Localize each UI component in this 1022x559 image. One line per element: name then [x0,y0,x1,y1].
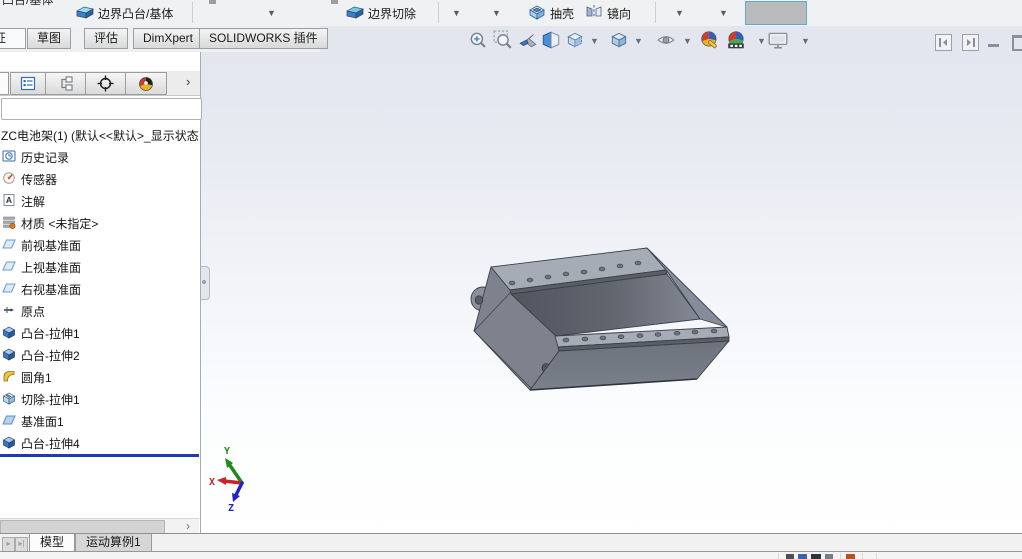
solidworks-window: 凸台/基体 边界凸台/基体 ▼ 边界切除 ▼ ▼ 抽壳 镜向 ▼ ▼ ▼ ▼ ▼… [0,0,1022,559]
panel-flyout-arrow[interactable]: › [186,519,190,533]
axis-x-label: X [209,477,215,488]
target-icon [97,75,114,92]
shell-icon [528,4,546,23]
statusbar-clipped-icon [846,554,855,559]
display-ball-icon [139,76,153,91]
graphics-viewport[interactable]: ▼ ▼ ▼ ▼ ▼ Y X Z [200,26,1022,552]
boss-extrude-icon [2,325,16,339]
tree-item-fillet1[interactable]: 圆角1 [0,365,199,387]
plane-icon [2,259,16,273]
statusbar-clipped-icon [825,554,833,559]
toolbar-separator [655,2,656,23]
annotations-icon: A [2,193,16,207]
plane-icon [2,237,16,251]
boundary-boss-icon [76,4,94,23]
motionstudy-tab-bar: ▸ ▸| 模型 运动算例1 [0,533,1022,552]
dropdown-caret[interactable]: ▼ [492,9,501,18]
tree-item-history[interactable]: 历史记录 [0,145,199,167]
statusbar-clipped-icon [798,554,807,559]
mirror-icon [585,4,603,22]
material-icon [2,215,16,229]
tab-evaluate[interactable]: 评估 [84,28,129,49]
fillet-icon [2,369,16,383]
panel-tabs-expand-arrow[interactable]: › [186,74,190,89]
svg-text:A: A [6,195,12,205]
sensors-icon [2,171,16,185]
tree-item-sensors[interactable]: 传感器 [0,167,199,189]
tab-motion-study1[interactable]: 运动算例1 [75,534,152,552]
rollback-bar[interactable] [0,454,199,457]
tab-propertymanager[interactable] [10,72,46,95]
featuremanager-panel: › ZC电池架(1) (默认<<默认>_显示状态 历史记录 传感器 A 注解 材… [0,52,202,535]
axis-y-label: Y [224,446,230,457]
dropdown-caret[interactable]: ▼ [267,9,276,18]
toolbar-separator [192,2,193,23]
boundary-cut-button[interactable]: 边界切除 [346,2,416,24]
shell-label: 抽壳 [550,6,575,21]
statusbar-clipped-icon [811,554,821,559]
dropdown-caret[interactable]: ▼ [675,9,684,18]
pressed-blank-button[interactable] [745,1,807,25]
tree-item-boss-extrude1[interactable]: 凸台-拉伸1 [0,321,199,343]
tab-featuremanager[interactable] [0,72,9,95]
toolbar-separator [438,2,439,23]
boss-extrude-icon [2,435,16,449]
axis-z-label: Z [228,503,234,512]
tree-root-item[interactable]: ZC电池架(1) (默认<<默认>_显示状态 [0,123,199,145]
branch-icon [60,76,73,91]
tree-item-plane1[interactable]: 基准面1 [0,409,199,431]
clipped-toolbar-text: 凸台/基体 [2,0,54,7]
plane-icon [2,281,16,295]
shell-button[interactable]: 抽壳 [528,2,574,24]
cut-extrude-icon [2,391,16,405]
tab-sketch[interactable]: 草图 [27,28,72,49]
reference-triad: Y X Z [209,446,244,512]
mirror-label: 镜向 [607,6,632,21]
tree-item-top-plane[interactable]: 上视基准面 [0,255,199,277]
tab-dimxpertmanager[interactable] [85,72,126,95]
tab-model[interactable]: 模型 [29,534,76,552]
panel-tab-strip: › [0,71,200,96]
tree-filter-input[interactable] [1,98,202,120]
tab-configurationmanager[interactable] [45,72,86,95]
clipped-glyph [209,0,216,4]
boundary-boss-label: 边界凸台/基体 [98,6,174,21]
statusbar-clipped-icon [786,554,794,559]
dropdown-caret[interactable]: ▼ [452,9,461,18]
tab-solidworks-addins[interactable]: SOLIDWORKS 插件 [199,28,328,49]
tree-item-origin[interactable]: 原点 [0,299,199,321]
history-icon [2,149,16,163]
tree-item-right-plane[interactable]: 右视基准面 [0,277,199,299]
dropdown-caret[interactable]: ▼ [719,9,728,18]
boss-extrude-icon [2,347,16,361]
status-bar [0,551,1022,559]
boundary-boss-button[interactable]: 边界凸台/基体 [76,2,173,24]
origin-icon [2,303,16,317]
tree-item-boss-extrude4[interactable]: 凸台-拉伸4 [0,431,199,453]
tree-item-material[interactable]: 材质 <未指定> [0,211,199,233]
boundary-cut-label: 边界切除 [368,6,417,21]
model-3d-battery-holder[interactable] [200,26,1022,552]
ribbon-toolbar: 凸台/基体 边界凸台/基体 ▼ 边界切除 ▼ ▼ 抽壳 镜向 ▼ ▼ [0,0,1022,27]
tree-item-annotations[interactable]: A 注解 [0,189,199,211]
tab-displaymanager[interactable] [125,72,167,95]
clipped-glyph [331,0,338,4]
commandmanager-tab-bar: 特征 草图 评估 DimXpert SOLIDWORKS 插件 [0,26,328,52]
tree-item-cut-extrude1[interactable]: 切除-拉伸1 [0,387,199,409]
plane-feature-icon [2,413,16,427]
mirror-button[interactable]: 镜向 [585,2,631,24]
list-icon [20,76,36,91]
tab-features[interactable]: 特征 [0,28,26,49]
nav-prev-study-button[interactable]: ▸ [2,537,15,552]
tab-dimxpert[interactable]: DimXpert [133,28,204,49]
tree-item-front-plane[interactable]: 前视基准面 [0,233,199,255]
tree-item-boss-extrude2[interactable]: 凸台-拉伸2 [0,343,199,365]
nav-last-study-button[interactable]: ▸| [15,537,28,552]
boundary-cut-icon [346,4,364,23]
